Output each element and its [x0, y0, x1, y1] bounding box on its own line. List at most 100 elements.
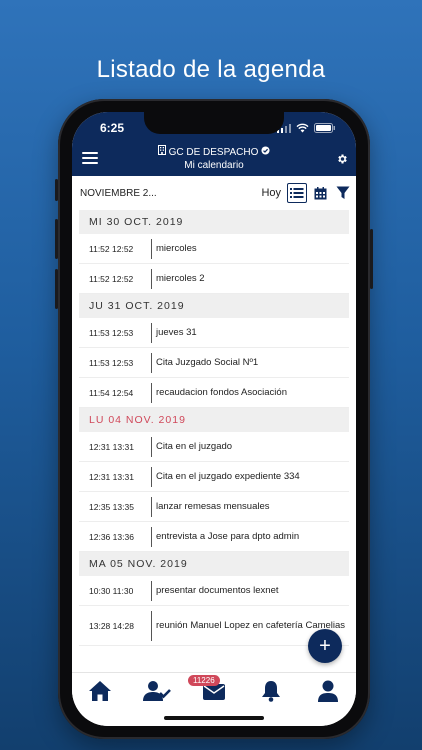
bell-icon [261, 680, 281, 707]
nav-home[interactable] [80, 679, 120, 707]
add-event-button[interactable]: + [308, 629, 342, 663]
wifi-icon [296, 120, 309, 138]
event-end: 12:52 [112, 273, 134, 284]
event-end: 12:54 [112, 387, 134, 398]
event-start: 12:36 [89, 531, 111, 542]
day-header: JU 31 OCT. 2019 [79, 294, 349, 318]
event-divider [151, 610, 152, 641]
event-row[interactable]: 11:54 12:54 recaudacion fondos Asociación [79, 378, 349, 408]
event-divider [151, 496, 152, 517]
home-indicator [164, 716, 264, 720]
day-header: MI 30 OCT. 2019 [79, 210, 349, 234]
filter-icon[interactable] [333, 183, 353, 203]
event-start: 11:52 [89, 273, 110, 284]
verified-icon [261, 145, 270, 159]
nav-messages[interactable]: 11226 [187, 675, 234, 707]
event-divider [151, 322, 152, 343]
event-divider [151, 382, 152, 403]
page-headline: Listado de la agenda [96, 56, 326, 83]
event-title: miercoles [156, 242, 197, 254]
event-divider [151, 238, 152, 259]
event-end: 11:30 [112, 585, 134, 596]
event-start: 11:53 [89, 327, 110, 338]
mail-badge: 11226 [187, 675, 220, 686]
phone-screen: 6:25 GC DE DESPACHO Mi calendario NOVIEM… [72, 112, 356, 726]
nav-notifications[interactable] [251, 679, 291, 707]
event-title: Cita en el juzgado expediente 334 [156, 470, 300, 482]
event-row[interactable]: 11:52 12:52 miercoles 2 [79, 264, 349, 294]
event-time: 11:52 12:52 [79, 274, 151, 284]
event-row[interactable]: 12:36 13:36 entrevista a Jose para dpto a… [79, 522, 349, 552]
app-subtitle: Mi calendario [184, 160, 244, 171]
event-start: 11:53 [89, 357, 110, 368]
event-divider [151, 436, 152, 457]
calendar-toolbar: NOVIEMBRE 2... Hoy [72, 176, 356, 210]
event-row[interactable]: 10:30 11:30 presentar documentos lexnet [79, 576, 349, 606]
volume-up-button [55, 219, 58, 259]
event-row[interactable]: 11:53 12:53 Cita Juzgado Social Nº1 [79, 348, 349, 378]
event-start: 12:31 [89, 441, 111, 452]
event-time: 11:54 12:54 [79, 388, 151, 398]
event-time: 11:53 12:53 [79, 328, 151, 338]
event-row[interactable]: 12:35 13:35 lanzar remesas mensuales [79, 492, 349, 522]
event-end: 13:31 [112, 471, 134, 482]
day-header: LU 04 NOV. 2019 [79, 408, 349, 432]
phone-frame: 6:25 GC DE DESPACHO Mi calendario NOVIEM… [55, 99, 373, 739]
app-title: GC DE DESPACHO Mi calendario [72, 145, 356, 172]
event-start: 11:54 [89, 387, 110, 398]
list-view-icon[interactable] [287, 183, 307, 203]
nav-clients[interactable] [137, 679, 177, 707]
event-row[interactable]: 12:31 13:31 Cita en el juzgado [79, 432, 349, 462]
event-time: 11:52 12:52 [79, 244, 151, 254]
event-time: 11:53 12:53 [79, 358, 151, 368]
event-title: presentar documentos lexnet [156, 584, 279, 596]
event-end: 13:31 [112, 441, 134, 452]
volume-down-button [55, 269, 58, 309]
event-title: lanzar remesas mensuales [156, 500, 270, 512]
month-selector[interactable]: NOVIEMBRE 2... [80, 188, 261, 199]
event-divider [151, 526, 152, 547]
home-icon [88, 680, 112, 707]
status-time: 6:25 [100, 121, 125, 135]
today-button[interactable]: Hoy [261, 187, 281, 199]
power-button [370, 229, 373, 289]
mute-switch [55, 179, 58, 201]
user-check-icon [143, 680, 172, 707]
agenda-list[interactable]: MI 30 OCT. 2019 11:52 12:52 miercoles 11:52… [72, 210, 356, 670]
event-row[interactable]: 11:52 12:52 miercoles [79, 234, 349, 264]
event-time: 12:36 13:36 [79, 532, 151, 542]
event-end: 12:53 [112, 327, 134, 338]
event-title: entrevista a Jose para dpto admin [156, 530, 300, 542]
event-title: jueves 31 [156, 326, 197, 338]
notch [144, 112, 284, 134]
nav-profile[interactable] [308, 679, 348, 707]
event-end: 13:35 [112, 501, 134, 512]
event-title: recaudacion fondos Asociación [156, 386, 287, 398]
event-end: 14:28 [112, 620, 134, 631]
event-start: 11:52 [89, 243, 110, 254]
event-divider [151, 352, 152, 373]
event-title: Cita Juzgado Social Nº1 [156, 356, 259, 368]
day-header: MA 05 NOV. 2019 [79, 552, 349, 576]
event-start: 12:31 [89, 471, 111, 482]
app-title-text: GC DE DESPACHO [168, 146, 259, 158]
event-title: Cita en el juzgado [156, 440, 233, 452]
event-row[interactable]: 12:31 13:31 Cita en el juzgado expediente… [79, 462, 349, 492]
event-start: 13:28 [89, 620, 111, 631]
app-bar: GC DE DESPACHO Mi calendario [72, 142, 356, 176]
battery-icon [314, 120, 336, 138]
event-divider [151, 580, 152, 601]
event-time: 10:30 11:30 [79, 586, 151, 596]
gear-icon[interactable] [336, 152, 348, 170]
event-time: 12:31 13:31 [79, 442, 151, 452]
event-divider [151, 268, 152, 289]
event-end: 12:52 [112, 243, 134, 254]
event-start: 12:35 [89, 501, 111, 512]
event-start: 10:30 [89, 585, 111, 596]
calendar-view-icon[interactable] [310, 183, 330, 203]
event-end: 12:53 [112, 357, 134, 368]
event-time: 12:31 13:31 [79, 472, 151, 482]
event-time: 13:28 14:28 [79, 621, 151, 631]
event-row[interactable]: 11:53 12:53 jueves 31 [79, 318, 349, 348]
event-title: miercoles 2 [156, 272, 205, 284]
